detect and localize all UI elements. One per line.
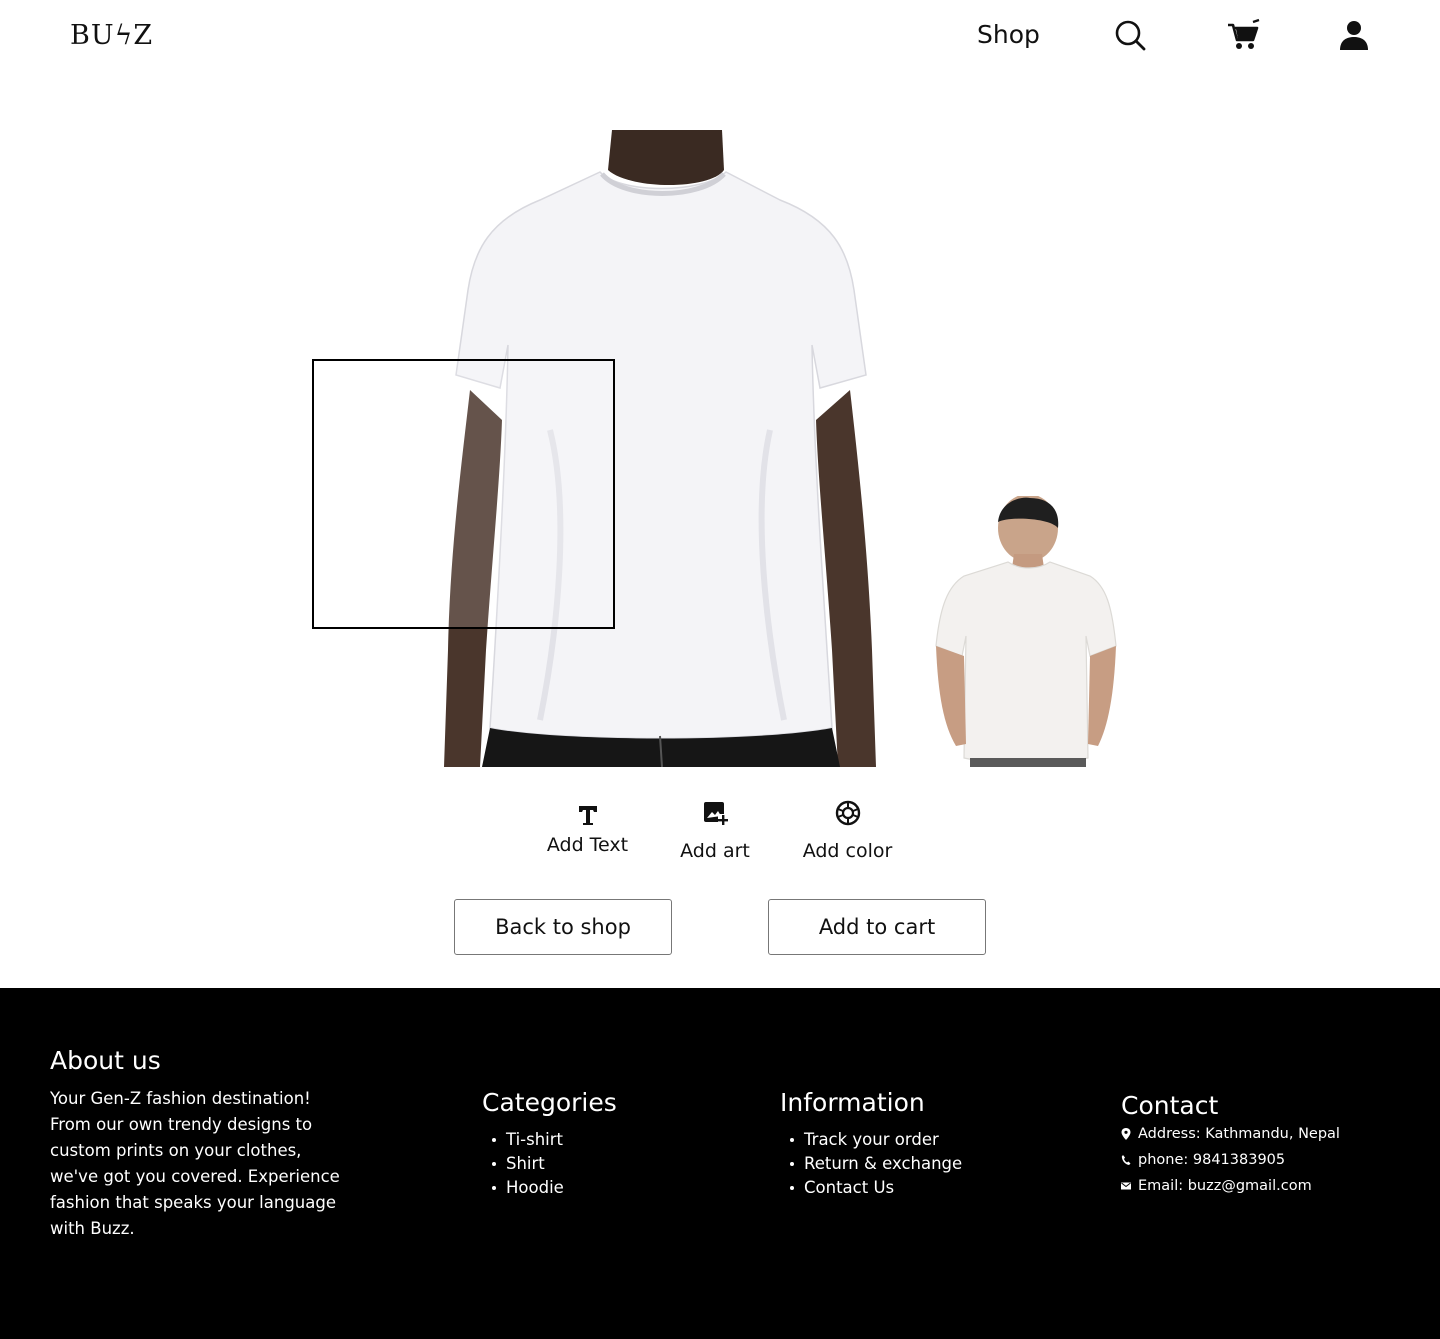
add-art-tool[interactable]: Add art — [670, 800, 760, 862]
contact-phone-text: phone: 9841383905 — [1138, 1152, 1286, 1168]
info-link-contact-us[interactable]: Contact Us — [780, 1176, 962, 1200]
palette-icon — [835, 800, 861, 826]
product-back-thumbnail[interactable] — [930, 496, 1120, 767]
add-text-tool[interactable]: Add Text — [540, 802, 635, 856]
contact-address: Address: Kathmandu, Nepal — [1121, 1126, 1340, 1142]
text-icon — [575, 802, 601, 828]
category-link-hoodie[interactable]: Hoodie — [482, 1176, 564, 1200]
contact-email-text: Email: buzz@gmail.com — [1138, 1178, 1312, 1194]
nav-shop-link[interactable]: Shop — [977, 20, 1040, 49]
category-link-tishirt[interactable]: Ti-shirt — [482, 1128, 564, 1152]
location-pin-icon — [1121, 1128, 1131, 1140]
add-text-label: Add Text — [546, 834, 629, 856]
contact-phone: phone: 9841383905 — [1121, 1152, 1285, 1168]
site-footer: About us Your Gen-Z fashion destination!… — [0, 988, 1440, 1339]
phone-icon — [1121, 1154, 1131, 1166]
add-art-label: Add art — [680, 840, 750, 862]
info-link-return-exchange[interactable]: Return & exchange — [780, 1152, 962, 1176]
mail-icon — [1121, 1180, 1131, 1192]
info-link-track-order[interactable]: Track your order — [780, 1128, 962, 1152]
add-image-icon — [702, 800, 728, 826]
categories-list: Ti-shirt Shirt Hoodie — [482, 1128, 564, 1200]
information-list: Track your order Return & exchange Conta… — [780, 1128, 962, 1200]
back-to-shop-button[interactable]: Back to shop — [454, 899, 672, 955]
contact-email: Email: buzz@gmail.com — [1121, 1178, 1312, 1194]
cart-icon[interactable] — [1226, 18, 1260, 52]
about-heading: About us — [50, 1046, 161, 1075]
site-header: BUϟZ Shop — [0, 0, 1440, 72]
contact-heading: Contact — [1121, 1091, 1219, 1120]
contact-address-text: Address: Kathmandu, Nepal — [1138, 1126, 1340, 1142]
user-icon[interactable] — [1337, 18, 1371, 52]
print-area-selection[interactable] — [312, 359, 615, 629]
categories-heading: Categories — [482, 1088, 617, 1117]
add-to-cart-button[interactable]: Add to cart — [768, 899, 986, 955]
brand-logo[interactable]: BUϟZ — [70, 20, 153, 51]
add-color-tool[interactable]: Add color — [790, 800, 905, 862]
about-text: Your Gen-Z fashion destination! From our… — [50, 1089, 340, 1238]
add-color-label: Add color — [802, 840, 893, 862]
search-icon[interactable] — [1113, 18, 1147, 52]
category-link-shirt[interactable]: Shirt — [482, 1152, 564, 1176]
information-heading: Information — [780, 1088, 925, 1117]
